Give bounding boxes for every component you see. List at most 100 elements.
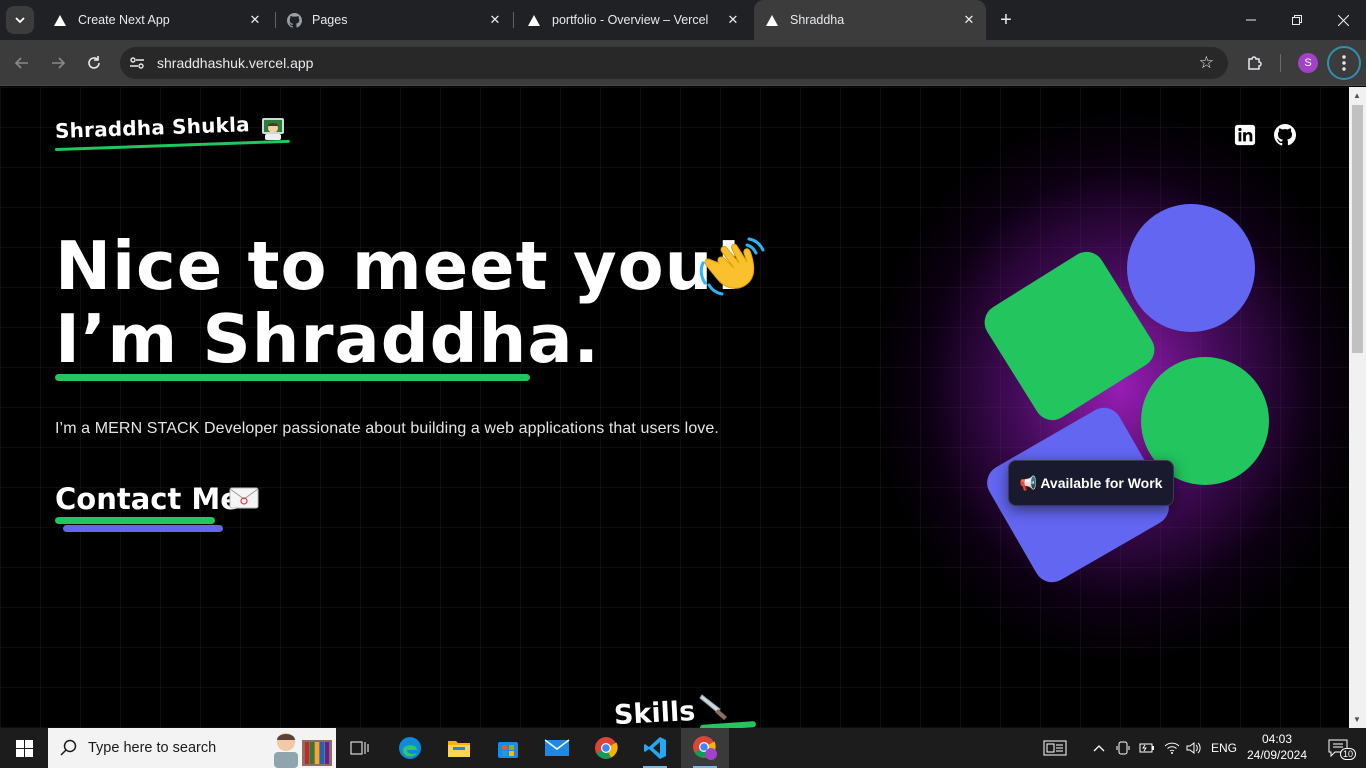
tab-title: Pages	[312, 13, 348, 27]
network-icon[interactable]	[1162, 728, 1182, 768]
knife-icon	[699, 694, 727, 720]
minimize-icon	[1246, 19, 1256, 21]
task-view-icon	[350, 741, 369, 755]
hero-heading-line1: Nice to meet you!	[55, 227, 745, 305]
scroll-down-arrow-icon[interactable]: ▼	[1353, 715, 1361, 724]
vercel-triangle-icon	[764, 12, 780, 28]
puzzle-icon	[1248, 56, 1262, 70]
avatar: S	[1298, 53, 1318, 73]
taskbar-clock[interactable]: 04:03 24/09/2024	[1242, 731, 1312, 763]
close-tab-icon[interactable]: ✕	[488, 13, 502, 27]
taskbar-file-explorer[interactable]	[435, 728, 483, 768]
vercel-triangle-icon	[526, 12, 542, 28]
site-logo-text[interactable]: Shraddha Shukla	[55, 112, 251, 143]
tab-portfolio-vercel[interactable]: portfolio - Overview – Vercel ✕	[514, 0, 750, 40]
store-icon	[498, 742, 518, 758]
forward-button[interactable]	[45, 50, 71, 76]
notification-count-badge: 10	[1340, 748, 1357, 760]
contact-me-link[interactable]: Contact Me	[55, 482, 240, 516]
envelope-icon	[229, 487, 259, 509]
taskbar-search-box[interactable]: Type here to search	[48, 728, 336, 768]
tab-title: Shraddha	[790, 13, 845, 27]
contact-underline-green	[55, 517, 215, 524]
chevron-down-icon	[15, 17, 25, 24]
clock-date: 24/09/2024	[1246, 748, 1308, 762]
profile-button[interactable]: S	[1295, 50, 1321, 76]
clock-time: 04:03	[1261, 732, 1293, 746]
skills-heading: Skills	[613, 695, 697, 728]
address-bar[interactable]: shraddhashuk.vercel.app ☆	[120, 47, 1228, 79]
page-viewport: Shraddha Shukla Nice to meet you! I’m Sh…	[0, 87, 1349, 728]
url-text: shraddhashuk.vercel.app	[157, 55, 314, 71]
tab-shraddha[interactable]: Shraddha ✕	[754, 0, 986, 40]
minimize-button[interactable]	[1228, 0, 1274, 40]
vscode-icon	[644, 737, 666, 759]
tab-title: portfolio - Overview – Vercel	[552, 13, 709, 27]
vercel-triangle-icon	[52, 12, 68, 28]
tab-search-button[interactable]	[6, 6, 34, 34]
taskbar-chrome[interactable]	[582, 728, 630, 768]
close-tab-icon[interactable]: ✕	[248, 13, 262, 27]
extensions-button[interactable]	[1242, 50, 1268, 76]
scrollbar-thumb[interactable]	[1352, 105, 1363, 353]
close-window-button[interactable]	[1320, 0, 1366, 40]
news-widget-button[interactable]	[1040, 728, 1070, 768]
github-icon[interactable]	[1274, 124, 1296, 146]
windows-logo-icon	[15, 739, 33, 757]
chevron-up-icon	[1093, 745, 1105, 752]
task-view-button[interactable]	[336, 728, 384, 768]
name-underline	[55, 374, 530, 381]
reload-icon	[88, 56, 100, 69]
back-button[interactable]	[9, 50, 35, 76]
site-settings-icon[interactable]	[128, 54, 146, 72]
tab-create-next-app[interactable]: Create Next App ✕	[40, 0, 272, 40]
arrow-right-icon	[52, 57, 66, 69]
bookmark-star-icon[interactable]: ☆	[1199, 53, 1214, 73]
close-icon	[1337, 14, 1349, 26]
meet-now-icon[interactable]	[1114, 728, 1132, 768]
taskbar-microsoft-store[interactable]	[484, 728, 532, 768]
arrow-left-icon	[14, 57, 28, 69]
browser-toolbar: shraddhashuk.vercel.app ☆ S	[0, 40, 1366, 86]
taskbar-mail[interactable]	[533, 728, 581, 768]
intro-paragraph: I’m a MERN STACK Developer passionate ab…	[55, 420, 719, 437]
technologist-emoji-icon	[262, 118, 284, 140]
search-placeholder: Type here to search	[88, 740, 217, 756]
linkedin-icon[interactable]	[1234, 124, 1256, 146]
waving-hand-icon	[699, 237, 765, 296]
edge-icon	[399, 737, 421, 759]
tab-pages[interactable]: Pages ✕	[276, 0, 512, 40]
scroll-up-arrow-icon[interactable]: ▲	[1353, 91, 1361, 100]
input-language-indicator[interactable]: ENG	[1208, 728, 1240, 768]
contact-underline-indigo	[63, 525, 223, 532]
search-highlight-illustration-icon	[274, 733, 332, 768]
reload-button[interactable]	[81, 50, 107, 76]
mail-icon	[544, 739, 570, 756]
notification-center-button[interactable]: 10	[1318, 728, 1358, 768]
taskbar-vscode[interactable]	[631, 728, 679, 768]
close-tab-icon[interactable]: ✕	[962, 13, 976, 27]
taskbar-edge[interactable]	[386, 728, 434, 768]
toolbar-divider	[1280, 54, 1281, 72]
show-hidden-icons-button[interactable]	[1090, 728, 1108, 768]
browser-tab-bar: Create Next App ✕ Pages ✕ portfolio - Ov…	[0, 0, 1366, 40]
chrome-profile-icon	[693, 736, 717, 760]
github-icon	[286, 12, 302, 28]
hero-heading-line2: I’m Shraddha.	[55, 300, 601, 378]
close-tab-icon[interactable]: ✕	[726, 13, 740, 27]
battery-icon[interactable]	[1138, 728, 1156, 768]
taskbar-chrome-profile[interactable]	[681, 728, 729, 768]
new-tab-button[interactable]: +	[996, 10, 1016, 30]
page-scrollbar[interactable]: ▲ ▼	[1349, 87, 1366, 728]
more-vertical-icon	[1342, 55, 1346, 71]
folder-icon	[448, 741, 470, 757]
start-button[interactable]	[0, 728, 48, 768]
indigo-circle-shape	[1127, 204, 1255, 332]
volume-icon[interactable]	[1184, 728, 1204, 768]
browser-menu-button[interactable]	[1327, 46, 1361, 80]
windows-taskbar: Type here to search ENG 04:03 24/09/2024…	[0, 728, 1366, 768]
skills-underline	[699, 721, 757, 728]
available-for-work-badge: 📢 Available for Work	[1008, 460, 1174, 506]
chrome-icon	[595, 737, 618, 759]
restore-button[interactable]	[1274, 0, 1320, 40]
